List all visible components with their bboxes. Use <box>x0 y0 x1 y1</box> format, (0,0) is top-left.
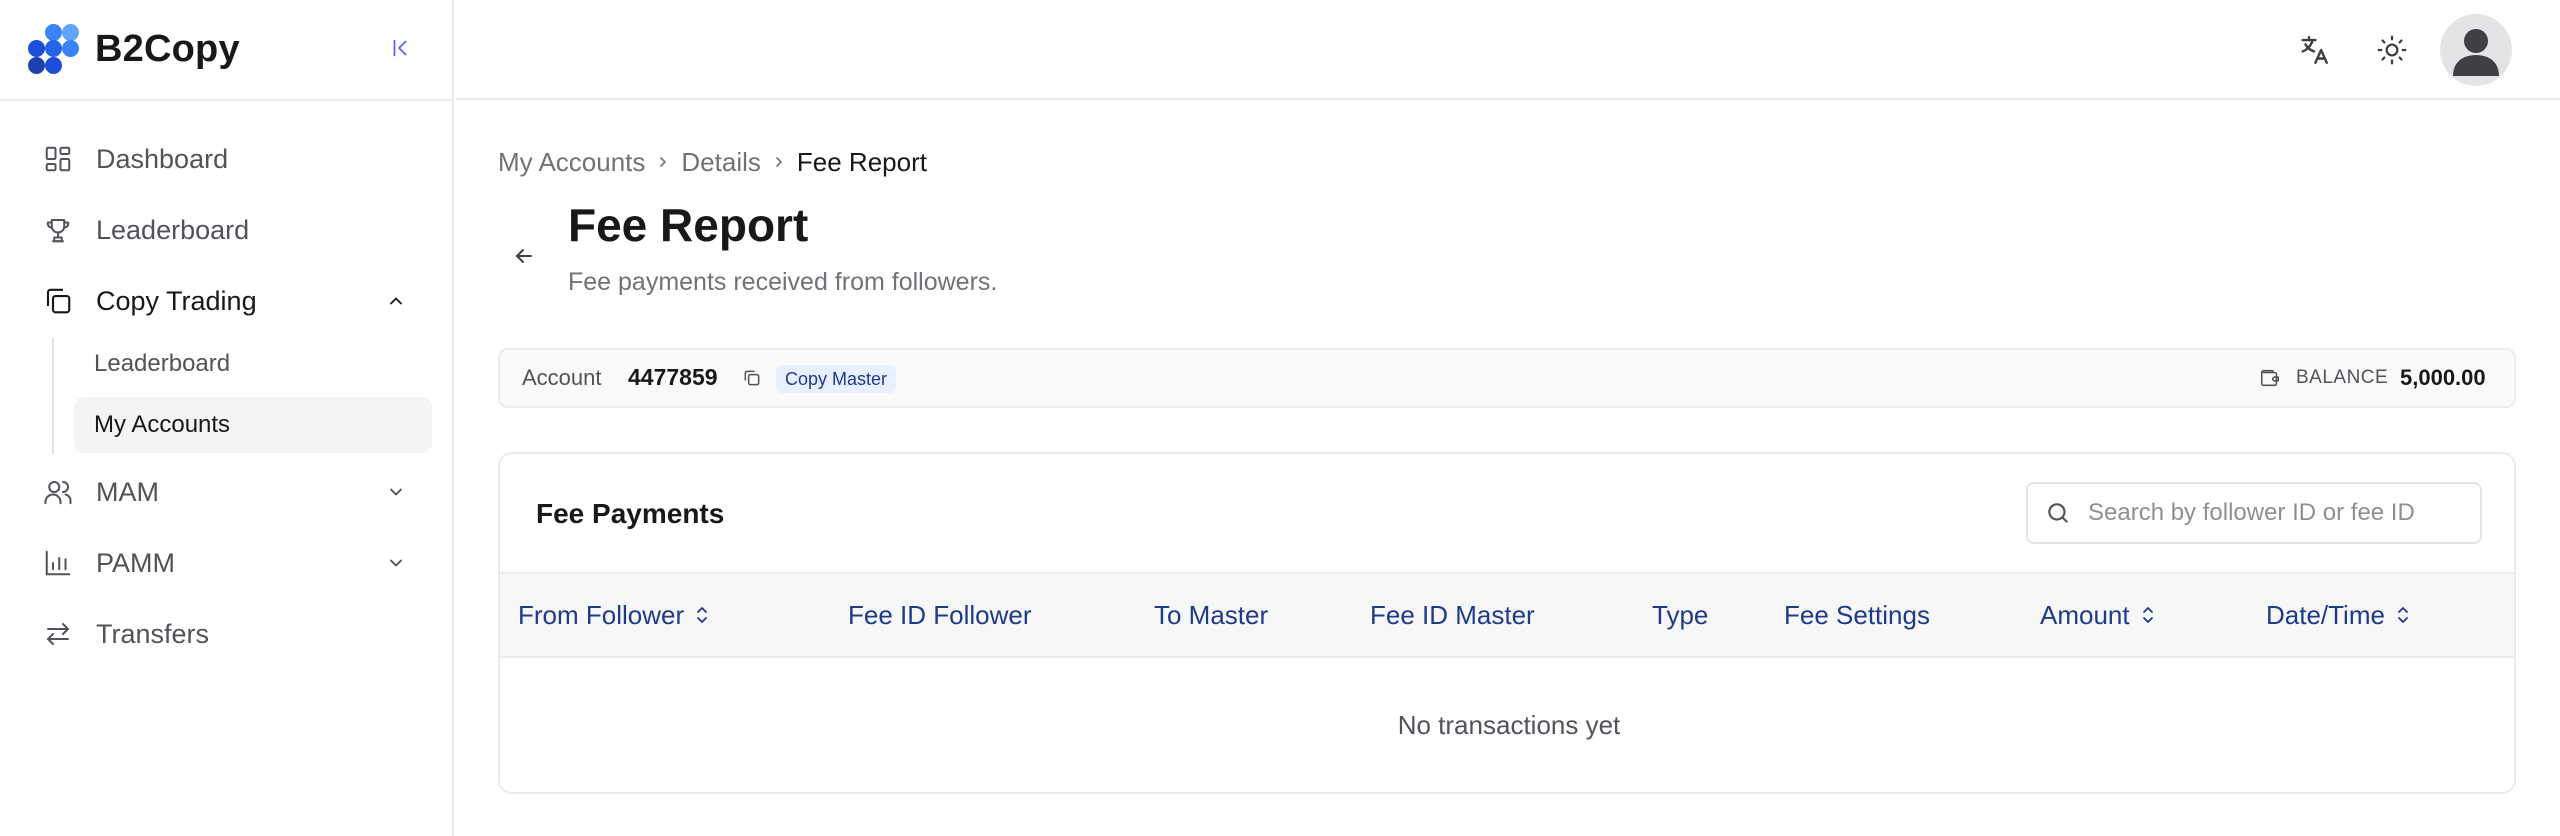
fee-payments-card: Fee Payments From Follower Fee ID Follow… <box>498 452 2516 794</box>
sidebar-item-copy-trading[interactable]: Copy Trading <box>40 273 420 329</box>
sun-icon <box>2377 35 2407 65</box>
column-label: To Master <box>1154 599 1269 630</box>
collapse-sidebar-button[interactable] <box>384 32 416 64</box>
copy-icon <box>40 283 76 319</box>
chevron-down-icon <box>382 549 410 577</box>
breadcrumb-details[interactable]: Details <box>681 147 760 178</box>
column-header-type: Type <box>1652 574 1708 656</box>
column-label: Date/Time <box>2266 599 2385 630</box>
account-type-badge: Copy Master <box>776 365 897 393</box>
column-header-fee-id-master: Fee ID Master <box>1370 574 1535 656</box>
topbar <box>456 0 2560 100</box>
search-input[interactable] <box>2088 499 2468 527</box>
trophy-icon <box>40 212 76 248</box>
copy-icon <box>744 370 760 386</box>
chevron-down-icon <box>382 478 410 506</box>
sidebar-item-label: PAMM <box>96 547 175 578</box>
page-title: Fee Report <box>568 199 809 251</box>
column-header-fee-settings: Fee Settings <box>1784 574 1930 656</box>
sidebar: B2Copy Dashboard Leaderboard Copy Tradin… <box>0 0 454 836</box>
submenu-guide-line <box>52 338 54 454</box>
brand[interactable]: B2Copy <box>28 24 240 74</box>
transfer-icon <box>40 616 76 652</box>
collapse-left-icon <box>393 39 407 57</box>
brand-name: B2Copy <box>95 27 240 70</box>
sidebar-item-dashboard[interactable]: Dashboard <box>40 131 420 187</box>
balance-label: BALANCE <box>2296 367 2389 388</box>
brand-logo-icon <box>28 24 80 74</box>
sidebar-item-label: MAM <box>96 476 159 507</box>
sidebar-item-label: Copy Trading <box>96 285 257 316</box>
sidebar-item-mam[interactable]: MAM <box>40 464 420 520</box>
column-header-amount[interactable]: Amount <box>2040 574 2156 656</box>
sidebar-subitem-my-accounts[interactable]: My Accounts <box>74 397 432 453</box>
balance-value: 5,000.00 <box>2400 365 2486 390</box>
sort-icon <box>2395 603 2411 627</box>
sidebar-divider <box>0 99 454 101</box>
bar-chart-icon <box>40 545 76 581</box>
breadcrumb-current: Fee Report <box>796 146 927 177</box>
column-label: Fee Settings <box>1784 599 1930 630</box>
sidebar-item-label: Leaderboard <box>96 214 250 245</box>
user-avatar-icon <box>2453 29 2499 76</box>
sidebar-item-transfers[interactable]: Transfers <box>40 606 420 662</box>
dashboard-icon <box>40 141 76 177</box>
chevron-right-icon <box>761 154 797 170</box>
card-title: Fee Payments <box>536 498 725 529</box>
theme-toggle-button[interactable] <box>2368 26 2416 74</box>
column-header-date-time[interactable]: Date/Time <box>2266 574 2411 656</box>
avatar[interactable] <box>2440 14 2512 86</box>
breadcrumb-my-accounts[interactable]: My Accounts <box>498 147 645 178</box>
sidebar-item-pamm[interactable]: PAMM <box>40 535 420 591</box>
column-label: From Follower <box>518 599 685 630</box>
empty-state-message: No transactions yet <box>1397 710 1621 740</box>
back-button[interactable] <box>502 234 546 278</box>
arrow-left-icon <box>516 249 532 263</box>
table-header: From Follower Fee ID Follower To Master … <box>500 572 2514 658</box>
column-label: Fee ID Master <box>1370 599 1535 630</box>
column-header-fee-id-follower: Fee ID Follower <box>848 574 1032 656</box>
column-header-to-master: To Master <box>1154 574 1268 656</box>
search-field[interactable] <box>2026 482 2482 544</box>
sort-icon <box>694 603 710 627</box>
column-label: Type <box>1652 599 1709 630</box>
wallet-icon <box>2256 364 2284 392</box>
account-label: Account <box>522 365 602 390</box>
sidebar-item-leaderboard[interactable]: Leaderboard <box>40 202 420 258</box>
column-label: Fee ID Follower <box>848 599 1032 630</box>
sidebar-item-label: Transfers <box>96 618 210 649</box>
account-number: 4477859 <box>628 364 718 390</box>
column-label: Amount <box>2040 599 2130 630</box>
sort-icon <box>2140 603 2156 627</box>
sidebar-item-label: Dashboard <box>96 143 229 174</box>
translate-icon <box>2301 36 2328 64</box>
copy-account-button[interactable] <box>738 364 766 392</box>
column-header-from-follower[interactable]: From Follower <box>518 574 710 656</box>
breadcrumb: My Accounts Details Fee Report <box>498 144 927 180</box>
chevron-up-icon <box>382 287 410 315</box>
search-icon <box>2028 484 2088 542</box>
page-subtitle: Fee payments received from followers. <box>568 268 998 296</box>
sidebar-subitem-leaderboard[interactable]: Leaderboard <box>74 336 432 392</box>
chevron-right-icon <box>645 154 681 170</box>
language-button[interactable] <box>2290 26 2338 74</box>
account-summary-bar: Account 4477859 Copy Master BALANCE 5,00… <box>498 348 2516 408</box>
users-icon <box>40 474 76 510</box>
